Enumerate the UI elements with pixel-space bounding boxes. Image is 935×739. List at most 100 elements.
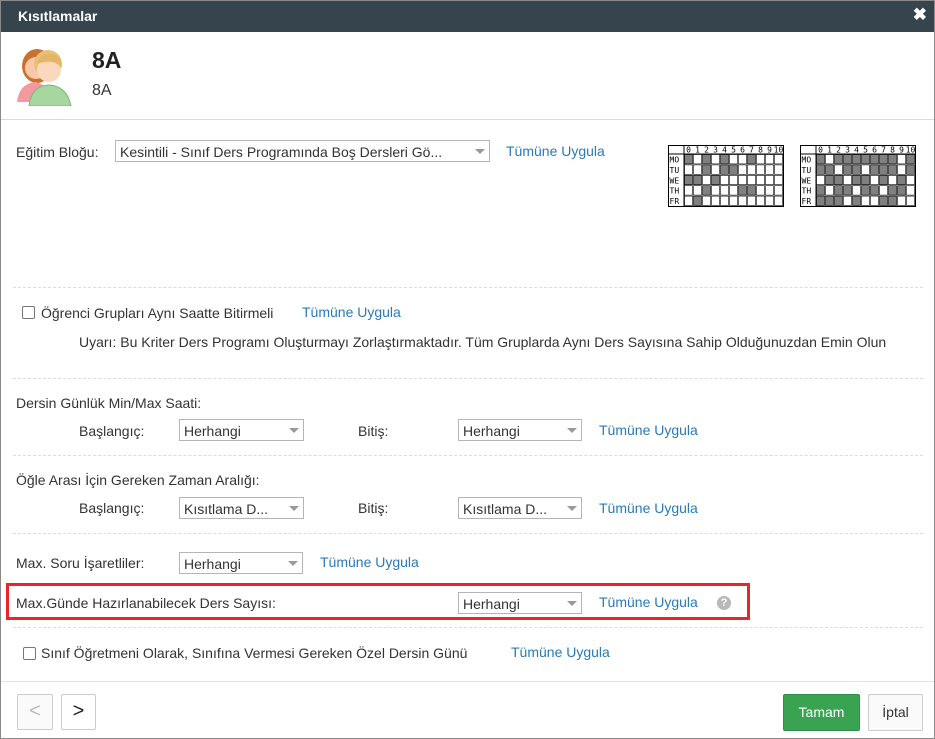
- question-icon[interactable]: ?: [717, 596, 731, 610]
- grid-cell: [684, 195, 693, 206]
- grid-cell: [774, 174, 783, 185]
- chevron-down-icon: [289, 428, 299, 433]
- grid-cell: [870, 174, 879, 185]
- grid-row-header: FR: [670, 197, 680, 206]
- lunch-end-value: Kısıtlama D...: [463, 501, 548, 517]
- grid-cell: [738, 164, 747, 175]
- grid-cell: [861, 154, 870, 165]
- education-block-apply-all-link[interactable]: Tümüne Uygula: [506, 143, 605, 159]
- grid-row-header: TH: [802, 187, 812, 196]
- grid-col-header: 10: [906, 146, 916, 155]
- grid-col-header: 2: [836, 146, 841, 155]
- daily-minmax-end-select[interactable]: Herhangi: [458, 419, 582, 441]
- grid-cell: [756, 154, 765, 165]
- lunch-end-select[interactable]: Kısıtlama D...: [458, 497, 582, 519]
- grid-cell: [843, 185, 852, 196]
- grid-cell: [888, 185, 897, 196]
- grid-cell: [861, 174, 870, 185]
- grid-cell: [747, 154, 756, 165]
- grid-col-header: 8: [890, 146, 895, 155]
- daily-minmax-apply-all-link[interactable]: Tümüne Uygula: [599, 422, 698, 438]
- grid-cell: [834, 185, 843, 196]
- chevron-down-icon: [567, 601, 577, 606]
- grid-cell: [738, 154, 747, 165]
- grid-cell: [897, 185, 906, 196]
- grid-cell: [738, 195, 747, 206]
- grid-cell: [702, 185, 711, 196]
- grid-cell: [816, 164, 825, 175]
- grid-cell: [765, 195, 774, 206]
- daily-minmax-start-value: Herhangi: [184, 423, 241, 439]
- grid-cell: [879, 185, 888, 196]
- grid-cell: [684, 185, 693, 196]
- grid-col-header: 5: [731, 146, 736, 155]
- grid-cell: [693, 154, 702, 165]
- grid-cell: [747, 195, 756, 206]
- next-button[interactable]: >: [61, 694, 96, 730]
- lunch-title: Öğle Arası İçin Gereken Zaman Aralığı:: [16, 472, 260, 488]
- education-block-select[interactable]: Kesintili - Sınıf Ders Programında Boş D…: [115, 140, 490, 162]
- grid-cell: [693, 174, 702, 185]
- grid-cell: [825, 164, 834, 175]
- schedule-grid-sample-1: 0 1 2 3 4 5 6 7 8 9 10 MOTUWE THFR: [668, 145, 784, 207]
- grid-cell: [711, 164, 720, 175]
- grid-cell: [702, 164, 711, 175]
- daily-minmax-start-select[interactable]: Herhangi: [179, 419, 304, 441]
- grid-cell: [756, 164, 765, 175]
- max-question-select[interactable]: Herhangi: [179, 552, 303, 574]
- grid-cell: [888, 164, 897, 175]
- grid-col-header: 0: [818, 146, 823, 155]
- grid-cell: [825, 174, 834, 185]
- grid-cell: [711, 185, 720, 196]
- section-divider: [13, 533, 923, 534]
- grid-cell: [774, 164, 783, 175]
- same-time-apply-all-link[interactable]: Tümüne Uygula: [302, 304, 401, 320]
- chevron-down-icon: [475, 149, 485, 154]
- grid-cell: [843, 174, 852, 185]
- grid-cell: [834, 164, 843, 175]
- grid-cell: [684, 154, 693, 165]
- grid-cell: [870, 154, 879, 165]
- grid-cell: [816, 154, 825, 165]
- cancel-button[interactable]: İptal: [868, 694, 923, 731]
- grid-cell: [729, 164, 738, 175]
- grid-col-header: 1: [827, 146, 832, 155]
- grid-col-header: 4: [854, 146, 859, 155]
- education-block-value: Kesintili - Sınıf Ders Programında Boş D…: [120, 144, 443, 160]
- grid-cell: [870, 195, 879, 206]
- lunch-apply-all-link[interactable]: Tümüne Uygula: [599, 500, 698, 516]
- grid-row-header: FR: [802, 197, 812, 206]
- grid-cell: [729, 174, 738, 185]
- header-divider: [1, 119, 934, 120]
- grid-cell: [852, 154, 861, 165]
- max-daily-prep-select[interactable]: Herhangi: [458, 592, 582, 614]
- grid-cell: [861, 164, 870, 175]
- max-daily-prep-apply-all-link[interactable]: Tümüne Uygula: [599, 594, 698, 610]
- grid-cell: [879, 154, 888, 165]
- grid-cell: [693, 164, 702, 175]
- grid-row-header: TH: [670, 187, 680, 196]
- special-day-apply-all-link[interactable]: Tümüne Uygula: [511, 644, 610, 660]
- grid-cell: [702, 154, 711, 165]
- grid-cell: [888, 195, 897, 206]
- grid-col-header: 3: [845, 146, 850, 155]
- ok-button[interactable]: Tamam: [783, 694, 860, 731]
- grid-cell: [888, 154, 897, 165]
- grid-cell: [843, 164, 852, 175]
- grid-row-header: TU: [670, 166, 680, 175]
- grid-row-header: MO: [670, 156, 680, 165]
- max-question-apply-all-link[interactable]: Tümüne Uygula: [320, 554, 419, 570]
- grid-cell: [765, 174, 774, 185]
- class-subtitle: 8A: [92, 82, 112, 99]
- prev-button[interactable]: <: [17, 694, 53, 730]
- grid-col-header: 8: [758, 146, 763, 155]
- grid-cell: [852, 164, 861, 175]
- grid-col-header: 5: [863, 146, 868, 155]
- grid-cell: [747, 164, 756, 175]
- same-time-checkbox[interactable]: [22, 306, 35, 319]
- close-icon[interactable]: ✖: [913, 5, 927, 25]
- grid-cell: [825, 185, 834, 196]
- lunch-start-select[interactable]: Kısıtlama D...: [179, 497, 304, 519]
- special-day-checkbox[interactable]: [23, 647, 36, 660]
- grid-cell: [747, 174, 756, 185]
